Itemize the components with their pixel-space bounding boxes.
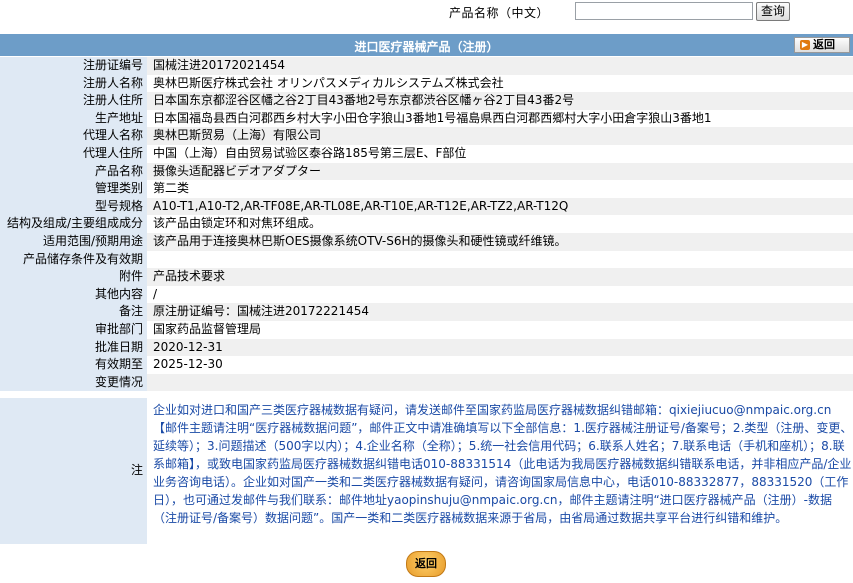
table-row: 产品名称 摄像头适配器ビデオアダプター — [0, 162, 853, 181]
field-label: 型号规格 — [0, 197, 147, 216]
back-button-top[interactable]: ▶ 返回 — [794, 37, 850, 53]
table-row: 型号规格 A10-T1,A10-T2,AR-TF08E,AR-TL08E,AR-T… — [0, 197, 853, 216]
note-text: 企业如对进口和国产三类医疗器械数据有疑问，请发送邮件至国家药监局医疗器械数据纠错… — [147, 398, 853, 544]
table-row: 备注 原注册证编号：国械注进20172221454 — [0, 303, 853, 321]
table-row: 变更情况 — [0, 373, 853, 392]
field-value: 中国（上海）自由贸易试验区泰谷路185号第三层E、F部位 — [147, 144, 853, 163]
page-title: 进口医疗器械产品（注册） — [354, 40, 499, 54]
field-value: 产品技术要求 — [147, 268, 853, 286]
table-row: 批准日期 2020-12-31 — [0, 338, 853, 357]
note-label: 注 — [0, 398, 147, 544]
table-row: 适用范围/预期用途 该产品用于连接奥林巴斯OES摄像系统OTV-S6H的摄像头和硬… — [0, 232, 853, 251]
table-row: 结构及组成/主要组成成分 该产品由锁定环和对焦环组成。 — [0, 215, 853, 233]
field-label: 代理人名称 — [0, 127, 147, 145]
field-value: 该产品用于连接奥林巴斯OES摄像系统OTV-S6H的摄像头和硬性镜或纤维镜。 — [147, 232, 853, 251]
table-row: 注册人名称 奥林巴斯医疗株式会社 オリンパスメディカルシステムズ株式会社 — [0, 74, 853, 93]
table-row: 注册证编号 国械注进20172021454 — [0, 57, 853, 75]
field-label: 代理人住所 — [0, 144, 147, 163]
field-label: 适用范围/预期用途 — [0, 232, 147, 251]
back-button-label: 返回 — [813, 38, 835, 51]
field-label: 其他内容 — [0, 285, 147, 304]
table-row: 附件 产品技术要求 — [0, 268, 853, 286]
field-value: 第二类 — [147, 180, 853, 198]
field-label: 生产地址 — [0, 109, 147, 128]
field-value: 奥林巴斯贸易（上海）有限公司 — [147, 127, 853, 145]
field-label: 注册人住所 — [0, 92, 147, 110]
field-value: 2025-12-30 — [147, 356, 853, 374]
field-value: 奥林巴斯医疗株式会社 オリンパスメディカルシステムズ株式会社 — [147, 74, 853, 93]
field-label: 产品储存条件及有效期 — [0, 250, 147, 269]
field-value: 2020-12-31 — [147, 338, 853, 357]
table-row: 注册人住所 日本国东京都涩谷区幡之谷2丁目43番地2号东京都渋谷区幡ヶ谷2丁目43… — [0, 92, 853, 110]
field-label: 结构及组成/主要组成成分 — [0, 215, 147, 233]
field-label: 变更情况 — [0, 373, 147, 392]
arrow-right-icon: ▶ — [800, 40, 810, 50]
field-label: 有效期至 — [0, 356, 147, 374]
field-label: 附件 — [0, 268, 147, 286]
title-bar: 进口医疗器械产品（注册） — [0, 34, 853, 56]
field-value: 国械注进20172021454 — [147, 57, 853, 75]
search-button[interactable]: 查询 — [756, 2, 790, 21]
field-label: 注册证编号 — [0, 57, 147, 75]
footer: 返回 — [0, 548, 853, 583]
field-value: 摄像头适配器ビデオアダプター — [147, 162, 853, 181]
field-value: 国家药品监督管理局 — [147, 320, 853, 339]
field-value: / — [147, 285, 853, 304]
field-value: A10-T1,A10-T2,AR-TF08E,AR-TL08E,AR-T10E,… — [147, 197, 853, 216]
field-value: 原注册证编号：国械注进20172221454 — [147, 303, 853, 321]
field-label: 注册人名称 — [0, 74, 147, 93]
field-label: 管理类别 — [0, 180, 147, 198]
search-bar: 产品名称（中文） 查询 — [0, 0, 853, 30]
table-row: 代理人住所 中国（上海）自由贸易试验区泰谷路185号第三层E、F部位 — [0, 144, 853, 163]
product-name-search-input[interactable] — [575, 2, 753, 20]
field-label: 审批部门 — [0, 320, 147, 339]
field-value — [147, 373, 853, 392]
field-label: 批准日期 — [0, 338, 147, 357]
table-row: 产品储存条件及有效期 — [0, 250, 853, 269]
back-button-bottom[interactable]: 返回 — [406, 551, 446, 577]
table-row: 管理类别 第二类 — [0, 180, 853, 198]
field-value — [147, 250, 853, 269]
table-row: 生产地址 日本国福岛县西白河郡西乡村大字小田仓字狼山3番地1号福島県西白河郡西郷村… — [0, 109, 853, 128]
field-label: 产品名称 — [0, 162, 147, 181]
field-label: 备注 — [0, 303, 147, 321]
field-value: 日本国福岛县西白河郡西乡村大字小田仓字狼山3番地1号福島県西白河郡西郷村大字小田… — [147, 109, 853, 128]
field-value: 日本国东京都涩谷区幡之谷2丁目43番地2号东京都渋谷区幡ヶ谷2丁目43番2号 — [147, 92, 853, 110]
note-row: 注 企业如对进口和国产三类医疗器械数据有疑问，请发送邮件至国家药监局医疗器械数据… — [0, 398, 853, 544]
table-row: 审批部门 国家药品监督管理局 — [0, 320, 853, 339]
field-value: 该产品由锁定环和对焦环组成。 — [147, 215, 853, 233]
detail-table: 注册证编号 国械注进20172021454 注册人名称 奥林巴斯医疗株式会社 オリン… — [0, 57, 853, 392]
table-row: 代理人名称 奥林巴斯贸易（上海）有限公司 — [0, 127, 853, 145]
table-row: 其他内容 / — [0, 285, 853, 304]
search-label: 产品名称（中文） — [449, 6, 550, 20]
table-row: 有效期至 2025-12-30 — [0, 356, 853, 374]
